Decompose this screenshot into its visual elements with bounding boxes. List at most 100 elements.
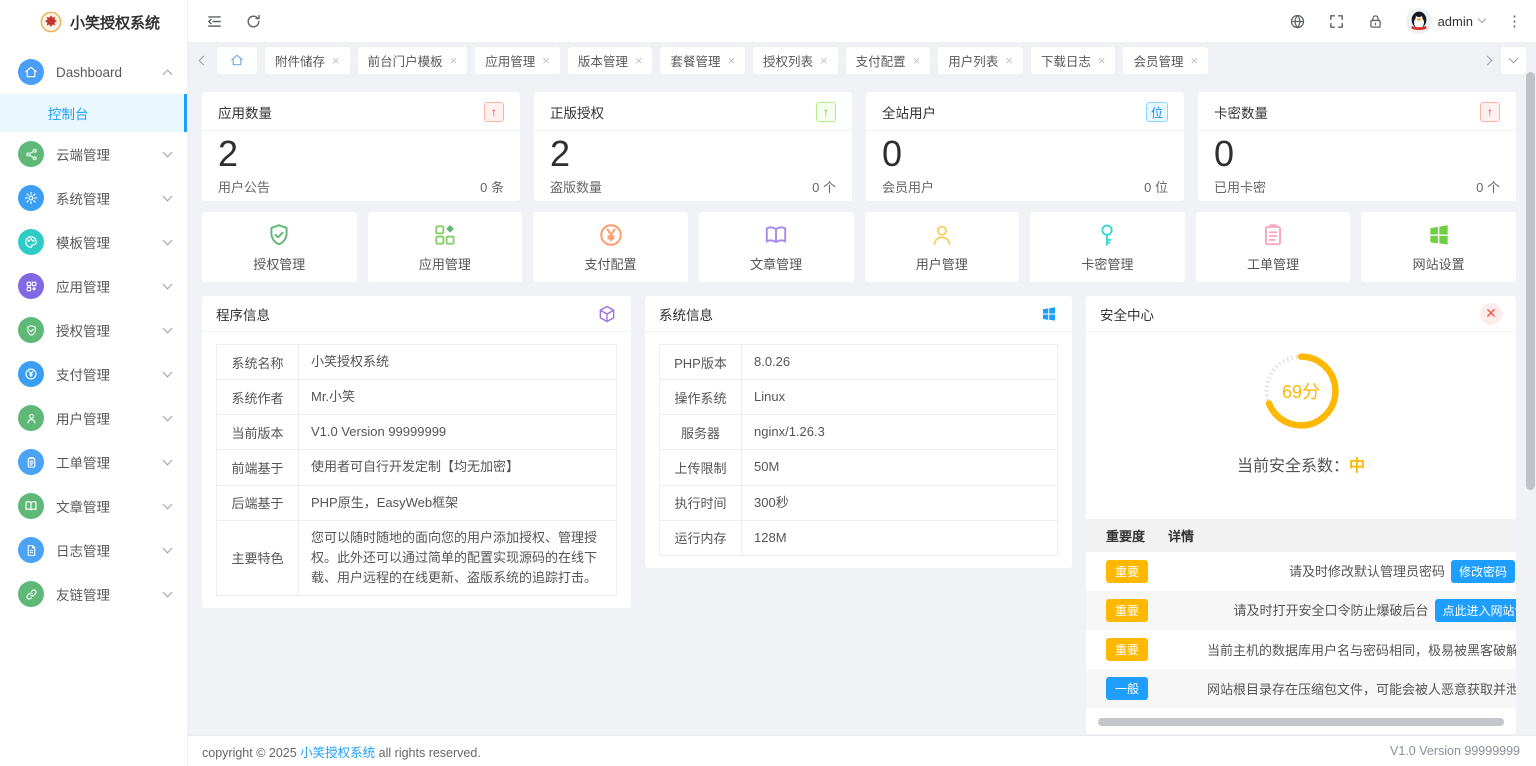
info-label: 后端基于 (216, 484, 299, 521)
sidebar-item-label: 用户管理 (56, 412, 110, 427)
link-icon (18, 581, 44, 607)
info-value: 300秒 (741, 484, 1058, 521)
stat-title: 正版授权 (550, 106, 604, 121)
vertical-scrollbar[interactable] (1526, 72, 1535, 490)
close-icon[interactable]: ✕ (1480, 302, 1502, 325)
tab-item[interactable]: 授权列表 × (753, 46, 838, 74)
quick-action-label: 工单管理 (1247, 256, 1300, 272)
cube-icon (599, 305, 615, 322)
open-site-settings-button[interactable]: 点此进入网站设置打开 (1434, 599, 1516, 622)
info-label: 系统名称 (216, 343, 299, 381)
more-menu-icon[interactable]: ⋮ (1507, 12, 1522, 30)
sidebar-item-label: 文章管理 (56, 500, 110, 515)
refresh-icon[interactable] (245, 13, 262, 30)
tab-item[interactable]: 附件储存 × (265, 46, 350, 74)
apps-icon (435, 224, 455, 245)
importance-badge: 重要 (1106, 599, 1149, 622)
security-center-panel: 安全中心 ✕ 69分 当前安全系数：中 重要度 详情 重要 请及时修改默认管理员… (1086, 296, 1516, 734)
stat-foot-value: 0 个 (812, 180, 836, 195)
quick-action-authorization[interactable]: 授权管理 (202, 212, 357, 282)
info-label: 当前版本 (216, 414, 299, 451)
close-icon[interactable]: × (820, 54, 828, 67)
horizontal-scrollbar[interactable] (1098, 718, 1504, 726)
tab-item[interactable]: 下载日志 × (1030, 46, 1116, 74)
sidebar-item-links[interactable]: 友链管理 (0, 572, 187, 616)
sidebar-item-application[interactable]: 应用管理 (0, 264, 187, 308)
quick-action-apps[interactable]: 应用管理 (367, 212, 523, 282)
close-icon[interactable]: × (332, 54, 340, 67)
sidebar-item-logs[interactable]: 日志管理 (0, 528, 187, 572)
sidebar-item-template[interactable]: 模板管理 (0, 220, 187, 264)
user-menu[interactable]: admin (1405, 8, 1487, 34)
close-icon[interactable]: × (1005, 54, 1013, 67)
sidebar-item-dashboard[interactable]: Dashboard (0, 50, 187, 94)
sidebar-item-console[interactable]: 控制台 (0, 94, 187, 132)
sidebar-collapse-icon[interactable] (206, 13, 223, 30)
system-info-table: PHP版本 8.0.26 操作系统 Linux 服务器 nginx/1.26.3 上传… (659, 343, 1058, 556)
tab-item[interactable]: 版本管理 × (567, 46, 653, 74)
tab-item[interactable]: 前台门户模板 × (357, 46, 468, 74)
security-row-text: 当前主机的数据库用户名与密码相同，极易被黑客破解，请及时修改 (1207, 643, 1516, 658)
quick-action-payment[interactable]: 支付配置 (533, 212, 688, 282)
chevron-down-icon (162, 411, 173, 421)
close-icon[interactable]: × (913, 54, 921, 67)
user-icon (933, 225, 951, 245)
main-content: 应用数量 ↑ 2 用户公告 0 条 正版授权 ↑ 2 盗版数量 0 个 全站用户 位 0 … (188, 78, 1536, 735)
sidebar-item-authorization[interactable]: 授权管理 (0, 308, 187, 352)
close-icon[interactable]: × (635, 54, 643, 67)
stat-card-users: 全站用户 位 0 会员用户 0 位 (866, 92, 1184, 201)
quick-action-site-settings[interactable]: 网站设置 (1361, 212, 1516, 282)
tab-item[interactable]: 会员管理 × (1123, 46, 1209, 74)
chevron-down-icon (162, 235, 173, 245)
close-icon[interactable]: × (1191, 54, 1199, 67)
sidebar-item-users[interactable]: 用户管理 (0, 396, 187, 440)
sidebar-item-system[interactable]: 系统管理 (0, 176, 187, 220)
sidebar-item-payment[interactable]: 支付管理 (0, 352, 187, 396)
up-arrow-badge: ↑ (1480, 102, 1500, 122)
topbar: admin ⋮ (188, 0, 1536, 42)
close-icon[interactable]: × (1098, 54, 1106, 67)
sidebar-item-articles[interactable]: 文章管理 (0, 484, 187, 528)
close-icon[interactable]: × (450, 54, 458, 67)
close-icon[interactable]: × (542, 54, 550, 67)
chevron-down-icon (162, 587, 173, 597)
shield-check-icon (18, 317, 44, 343)
fullscreen-icon[interactable] (1328, 13, 1345, 30)
chevron-up-icon (162, 69, 173, 79)
column-header: 详情 (1158, 519, 1516, 552)
info-value: 小笑授权系统 (298, 343, 617, 381)
language-globe-icon[interactable] (1289, 13, 1306, 30)
close-icon[interactable]: × (727, 54, 735, 67)
tabs-dropdown[interactable] (1501, 46, 1526, 74)
info-value: nginx/1.26.3 (741, 414, 1058, 451)
tab-item[interactable]: 用户列表 × (938, 46, 1023, 74)
share-icon (18, 141, 44, 167)
quick-action-articles[interactable]: 文章管理 (698, 212, 854, 282)
tab-item[interactable]: 支付配置 × (845, 46, 931, 74)
sidebar-item-label: Dashboard (56, 64, 123, 80)
tab-home[interactable] (217, 46, 257, 74)
quick-action-workorders[interactable]: 工单管理 (1195, 212, 1351, 282)
stat-foot-value: 0 位 (1144, 180, 1168, 195)
tab-item[interactable]: 应用管理 × (475, 46, 560, 74)
stat-foot-value: 0 个 (1476, 180, 1500, 195)
quick-action-users[interactable]: 用户管理 (864, 212, 1020, 282)
security-level-text: 当前安全系数：中 (1236, 458, 1366, 475)
quick-action-cardkeys[interactable]: 卡密管理 (1030, 212, 1185, 282)
brand-link[interactable]: 小笑授权系统 (300, 746, 375, 760)
security-row: 一般 网站根目录存在压缩包文件，可能会被人恶意获取并泄露数据库密码 (1086, 669, 1516, 708)
tabs-scroll-right[interactable] (1482, 55, 1493, 65)
stat-foot-label: 用户公告 (218, 180, 271, 195)
lock-icon[interactable] (1367, 13, 1384, 30)
stat-title: 应用数量 (218, 106, 272, 121)
change-password-button[interactable]: 修改密码 (1451, 560, 1516, 583)
info-label: 服务器 (659, 414, 742, 451)
sidebar-item-cloud[interactable]: 云端管理 (0, 132, 187, 176)
tab-item[interactable]: 套餐管理 × (660, 46, 746, 74)
sidebar-item-workorder[interactable]: 工单管理 (0, 440, 187, 484)
security-row: 重要 请及时修改默认管理员密码 修改密码 (1086, 552, 1516, 591)
tabs-scroll-left[interactable] (198, 55, 209, 65)
security-level-value: 中 (1349, 458, 1366, 475)
quick-action-label: 文章管理 (750, 256, 803, 272)
stat-value: 0 (1214, 133, 1235, 174)
